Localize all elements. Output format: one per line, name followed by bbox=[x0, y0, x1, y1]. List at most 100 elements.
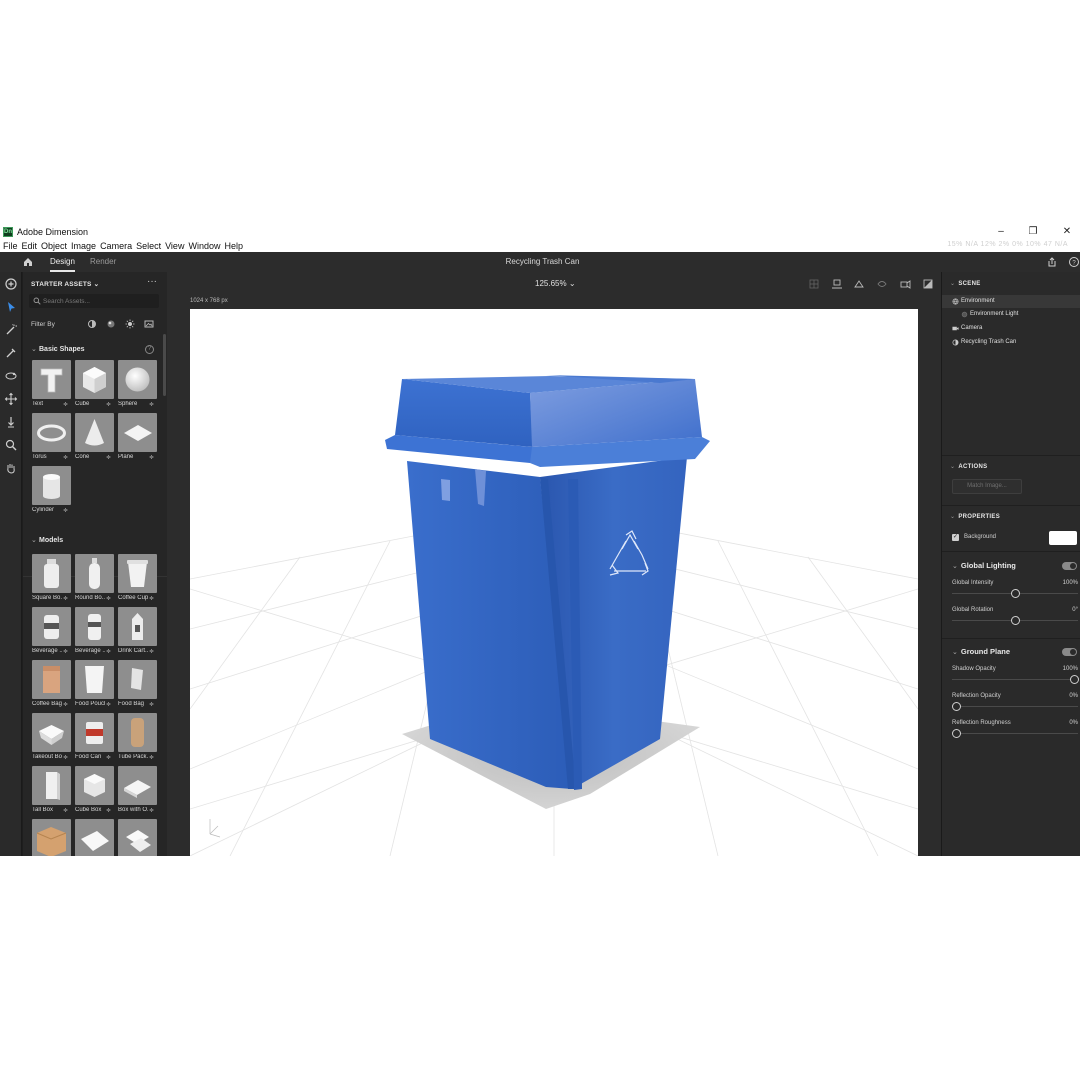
asset-cylinder[interactable]: Cylinder ≑ bbox=[32, 466, 72, 516]
shadow-opacity-slider[interactable]: Shadow Opacity 100% bbox=[952, 666, 1079, 692]
asset-options-icon[interactable]: ≑ bbox=[149, 701, 154, 708]
starter-assets-dropdown[interactable]: STARTER ASSETS ⌄ bbox=[31, 280, 99, 288]
asset-coffee-cup[interactable]: Coffee Cup ≑ bbox=[118, 554, 158, 604]
background-checkbox[interactable]: ✓ bbox=[952, 534, 959, 541]
asset-round-bottle[interactable]: Round Bo... ≑ bbox=[75, 554, 115, 604]
asset-tall-box[interactable]: Tall Box ≑ bbox=[32, 766, 72, 816]
asset-plane[interactable]: Plane ≑ bbox=[118, 413, 158, 463]
focus-object-icon[interactable] bbox=[899, 278, 911, 290]
share-icon[interactable] bbox=[1046, 256, 1058, 268]
info-icon[interactable]: ? bbox=[145, 345, 154, 354]
asset-options-icon[interactable]: ≑ bbox=[63, 507, 68, 514]
asset-options-icon[interactable]: ≑ bbox=[63, 401, 68, 408]
slider-track[interactable] bbox=[952, 706, 1078, 707]
scene-render[interactable] bbox=[190, 309, 918, 856]
global-lighting-toggle[interactable] bbox=[1062, 562, 1077, 570]
asset-tube-package[interactable]: Tube Pack...≑ bbox=[118, 713, 158, 763]
reflection-roughness-slider[interactable]: Reflection Roughness 0% bbox=[952, 720, 1078, 746]
asset-text[interactable]: Text ≑ bbox=[32, 360, 72, 410]
slider-knob[interactable] bbox=[952, 702, 961, 711]
properties-section-header[interactable]: ⌄ PROPERTIES bbox=[950, 513, 1000, 520]
scene-section-header[interactable]: ⌄ SCENE bbox=[950, 280, 981, 287]
basic-shapes-header[interactable]: ⌄ Basic Shapes bbox=[31, 345, 85, 353]
asset-options-icon[interactable]: ≑ bbox=[106, 401, 111, 408]
asset-cube-box[interactable]: Cube Box ≑ bbox=[75, 766, 115, 816]
render-canvas[interactable] bbox=[190, 309, 918, 856]
menu-window[interactable]: Window bbox=[186, 240, 222, 252]
grid-icon[interactable] bbox=[808, 278, 820, 290]
menu-help[interactable]: Help bbox=[222, 240, 245, 252]
drop-to-ground-icon[interactable] bbox=[831, 278, 843, 290]
actions-section-header[interactable]: ⌄ ACTIONS bbox=[950, 463, 987, 470]
asset-options-icon[interactable]: ≑ bbox=[63, 701, 68, 708]
background-color-swatch[interactable] bbox=[1049, 531, 1077, 545]
slider-track[interactable] bbox=[952, 679, 1078, 680]
models-header[interactable]: ⌄ Models bbox=[31, 536, 63, 544]
filter-materials-icon[interactable] bbox=[106, 319, 116, 329]
assets-scrollbar[interactable] bbox=[163, 334, 166, 396]
close-button[interactable]: ✕ bbox=[1058, 225, 1076, 239]
asset-options-icon[interactable]: ≑ bbox=[63, 648, 68, 655]
asset-cone[interactable]: Cone ≑ bbox=[75, 413, 115, 463]
ground-plane-header[interactable]: ⌄ Ground Plane bbox=[952, 647, 1010, 656]
home-icon[interactable] bbox=[22, 256, 34, 268]
asset-food-can[interactable]: Food Can ≑ bbox=[75, 713, 115, 763]
asset-options-icon[interactable]: ≑ bbox=[63, 807, 68, 814]
slider-knob[interactable] bbox=[952, 729, 961, 738]
asset-options-icon[interactable]: ≑ bbox=[149, 595, 154, 602]
camera-bookmark-icon[interactable] bbox=[876, 278, 888, 290]
asset-beverage-can-1[interactable]: Beverage ... ≑ bbox=[32, 607, 72, 657]
tab-render[interactable]: Render bbox=[90, 252, 116, 272]
filter-models-icon[interactable] bbox=[87, 319, 97, 329]
slider-knob[interactable] bbox=[1011, 589, 1020, 598]
scene-item-environment-light[interactable]: Environment Light bbox=[942, 308, 1080, 321]
asset-options-icon[interactable]: ≑ bbox=[149, 454, 154, 461]
match-image-button[interactable]: Match Image... bbox=[952, 479, 1022, 494]
asset-options-icon[interactable]: ≑ bbox=[106, 754, 111, 761]
slider-knob[interactable] bbox=[1011, 616, 1020, 625]
scene-item-environment[interactable]: Environment bbox=[942, 295, 1080, 308]
asset-options-icon[interactable]: ≑ bbox=[106, 454, 111, 461]
asset-cube[interactable]: Cube ≑ bbox=[75, 360, 115, 410]
align-icon[interactable] bbox=[853, 278, 865, 290]
asset-sphere[interactable]: Sphere ≑ bbox=[118, 360, 158, 410]
asset-box-with-opening[interactable]: Box with O...≑ bbox=[118, 766, 158, 816]
add-icon[interactable] bbox=[4, 277, 18, 291]
pan-move-icon[interactable] bbox=[4, 392, 18, 406]
global-intensity-slider[interactable]: Global Intensity 100% bbox=[952, 580, 1078, 606]
menu-select[interactable]: Select bbox=[134, 240, 163, 252]
menu-object[interactable]: Object bbox=[39, 240, 69, 252]
asset-options-icon[interactable]: ≑ bbox=[106, 807, 111, 814]
asset-coffee-bag[interactable]: Coffee Bag ≑ bbox=[32, 660, 72, 710]
asset-beverage-can-2[interactable]: Beverage ... ≑ bbox=[75, 607, 115, 657]
filter-lights-icon[interactable] bbox=[125, 319, 135, 329]
orbit-icon[interactable] bbox=[4, 369, 18, 383]
global-lighting-header[interactable]: ⌄ Global Lighting bbox=[952, 561, 1016, 570]
menu-edit[interactable]: Edit bbox=[20, 240, 40, 252]
asset-options-icon[interactable]: ≑ bbox=[106, 648, 111, 655]
select-tool-icon[interactable] bbox=[4, 300, 18, 314]
asset-options-icon[interactable]: ≑ bbox=[149, 754, 154, 761]
slider-track[interactable] bbox=[952, 733, 1078, 734]
ground-plane-toggle[interactable] bbox=[1062, 648, 1077, 656]
render-preview-icon[interactable] bbox=[922, 278, 934, 290]
asset-options-icon[interactable]: ≑ bbox=[106, 701, 111, 708]
zoom-icon[interactable] bbox=[4, 438, 18, 452]
more-options-icon[interactable]: ··· bbox=[147, 276, 157, 287]
global-rotation-slider[interactable]: Global Rotation 0° bbox=[952, 607, 1078, 633]
menu-view[interactable]: View bbox=[163, 240, 186, 252]
asset-options-icon[interactable]: ≑ bbox=[63, 754, 68, 761]
asset-cards[interactable] bbox=[118, 819, 158, 856]
slider-knob[interactable] bbox=[1070, 675, 1079, 684]
dolly-icon[interactable] bbox=[4, 415, 18, 429]
asset-drink-carton[interactable]: Drink Cart... ≑ bbox=[118, 607, 158, 657]
asset-options-icon[interactable]: ≑ bbox=[106, 595, 111, 602]
asset-options-icon[interactable]: ≑ bbox=[63, 454, 68, 461]
menu-image[interactable]: Image bbox=[69, 240, 98, 252]
tab-design[interactable]: Design bbox=[50, 252, 75, 272]
asset-shipping-box[interactable] bbox=[32, 819, 72, 856]
scene-item-recycling-trash-can[interactable]: Recycling Trash Can bbox=[942, 336, 1080, 349]
menu-camera[interactable]: Camera bbox=[98, 240, 134, 252]
asset-torus[interactable]: Torus ≑ bbox=[32, 413, 72, 463]
asset-options-icon[interactable]: ≑ bbox=[149, 648, 154, 655]
